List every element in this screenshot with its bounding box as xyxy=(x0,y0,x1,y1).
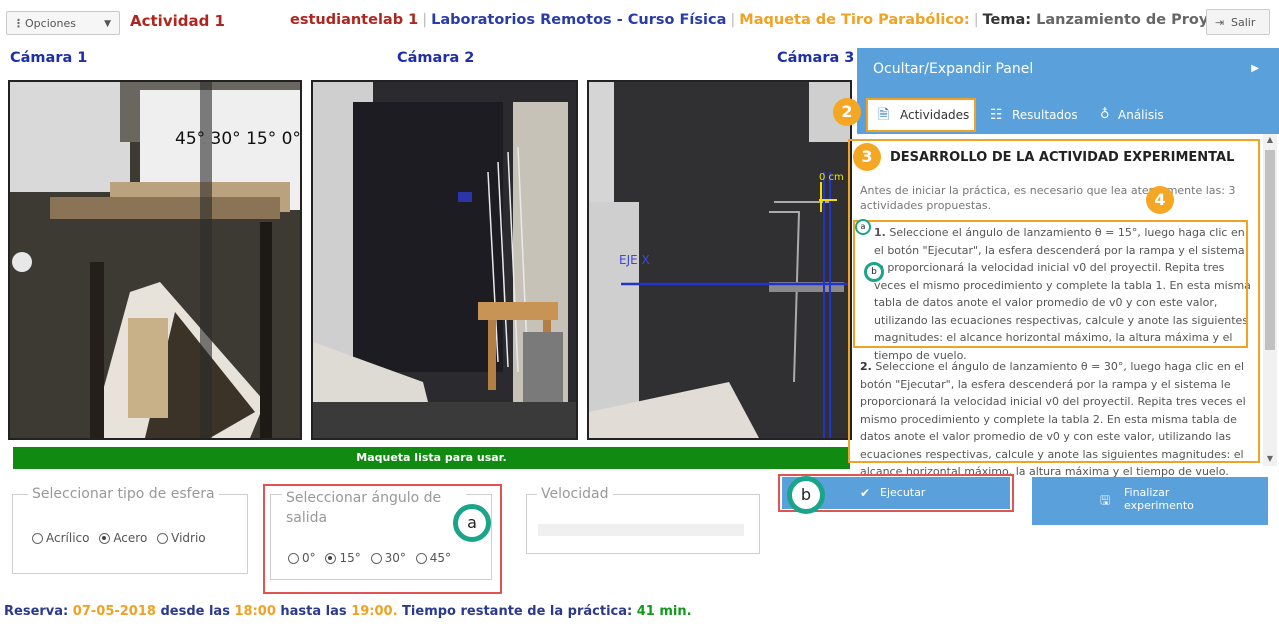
velocidad-output xyxy=(538,524,744,536)
radio-acrilico[interactable]: Acrílico xyxy=(32,531,89,545)
annotation-badge: 4 xyxy=(1146,186,1174,214)
radio-label: Vidrio xyxy=(171,531,206,545)
reserva-start: 18:00 xyxy=(234,604,276,619)
finalizar-label: Finalizar experimento xyxy=(1124,486,1194,512)
annotation-badge: a xyxy=(453,504,491,542)
lightbulb-icon: ♁ xyxy=(1100,107,1110,122)
save-icon: 🖫 xyxy=(1100,493,1111,507)
tab-actividades[interactable]: 🗎 Actividades xyxy=(866,98,976,132)
radio-icon xyxy=(157,533,169,544)
camera-1-label: Cámara 1 xyxy=(10,50,88,66)
salir-label: Salir xyxy=(1231,16,1256,29)
esfera-legend: Seleccionar tipo de esfera xyxy=(28,486,219,502)
annotation-badge: b xyxy=(787,476,825,514)
radio-icon xyxy=(99,533,111,544)
scrollbar-thumb[interactable] xyxy=(1265,150,1275,350)
caret-down-icon: ▼ xyxy=(104,19,111,29)
camera-3-feed: EJE X 0 cm xyxy=(587,80,852,440)
camera-3-label: Cámara 3 xyxy=(777,50,855,66)
annotation-badge: a xyxy=(855,219,871,235)
header-separator: | xyxy=(422,12,428,28)
camera-1-feed: 45° 30° 15° 0° xyxy=(8,80,302,440)
radio-acero[interactable]: Acero xyxy=(99,531,147,545)
reserva-info: Reserva: 07-05-2018 desde las 18:00 hast… xyxy=(4,604,692,619)
finalizar-button[interactable]: 🖫 Finalizar experimento xyxy=(1032,477,1268,525)
panel-toggle-label: Ocultar/Expandir Panel xyxy=(873,61,1034,77)
lab-name: Laboratorios Remotos - Curso Física xyxy=(431,12,727,28)
header-info: estudiantelab 1 | Laboratorios Remotos - C… xyxy=(290,12,1244,28)
tab-resultados[interactable]: ☷ Resultados xyxy=(990,98,1078,132)
item-highlight xyxy=(853,220,1248,348)
activity-title: Actividad 1 xyxy=(130,12,225,30)
annotation-badge: 2 xyxy=(833,98,861,126)
top-bar: ⋮ Opciones ▼ Actividad 1 estudiantelab 1… xyxy=(0,0,1279,44)
tab-actividades-label: Actividades xyxy=(900,108,970,122)
camera-2-label: Cámara 2 xyxy=(397,50,475,66)
options-label: Opciones xyxy=(25,17,76,30)
document-icon: 🗎 xyxy=(878,107,890,123)
tema-label: Tema: xyxy=(982,12,1032,28)
reserva-end: 19:00. xyxy=(351,604,398,619)
tab-resultados-label: Resultados xyxy=(1012,108,1078,122)
camera-2-feed xyxy=(311,80,578,440)
cam3-scale-label: 0 cm xyxy=(819,172,844,183)
cam1-angle-labels: 45° 30° 15° 0° xyxy=(175,129,300,149)
maqueta-name: Maqueta de Tiro Parabólico: xyxy=(739,12,970,28)
tab-analisis[interactable]: ♁ Análisis xyxy=(1098,98,1164,132)
radio-vidrio[interactable]: Vidrio xyxy=(157,531,206,545)
reserva-tiempo-value: 41 min. xyxy=(636,604,692,619)
radio-icon xyxy=(32,533,43,544)
reserva-desde: desde las xyxy=(160,604,230,619)
kebab-icon: ⋮ xyxy=(13,17,24,30)
esfera-radio-group: Acrílico Acero Vidrio xyxy=(32,531,212,545)
scroll-up-icon[interactable]: ▲ xyxy=(1264,135,1276,144)
salir-button[interactable]: ⇥ Salir xyxy=(1206,9,1270,35)
reserva-tiempo-label: Tiempo restante de la práctica: xyxy=(402,604,633,619)
table-icon: ☷ xyxy=(990,107,1003,123)
radio-label: Acrílico xyxy=(46,531,90,545)
user-name: estudiantelab 1 xyxy=(290,12,419,28)
options-dropdown[interactable]: ⋮ Opciones ▼ xyxy=(6,11,120,35)
reserva-hasta: hasta las xyxy=(280,604,347,619)
scroll-down-icon[interactable]: ▼ xyxy=(1264,454,1276,463)
header-separator: | xyxy=(973,12,979,28)
header-separator: | xyxy=(730,12,736,28)
radio-label: Acero xyxy=(113,531,148,545)
logout-icon: ⇥ xyxy=(1215,16,1225,29)
panel-toggle[interactable]: Ocultar/Expandir Panel ▶ xyxy=(857,48,1279,90)
cam3-axis-label: EJE X xyxy=(619,253,650,267)
reserva-label: Reserva: xyxy=(4,604,69,619)
tab-analisis-label: Análisis xyxy=(1118,108,1164,122)
status-bar: Maqueta lista para usar. xyxy=(13,447,850,469)
annotation-badge: 3 xyxy=(853,143,881,171)
reserva-date: 07-05-2018 xyxy=(72,604,156,619)
chevron-right-icon: ▶ xyxy=(1251,63,1259,74)
annotation-badge: b xyxy=(864,262,884,282)
velocidad-legend: Velocidad xyxy=(537,486,613,502)
